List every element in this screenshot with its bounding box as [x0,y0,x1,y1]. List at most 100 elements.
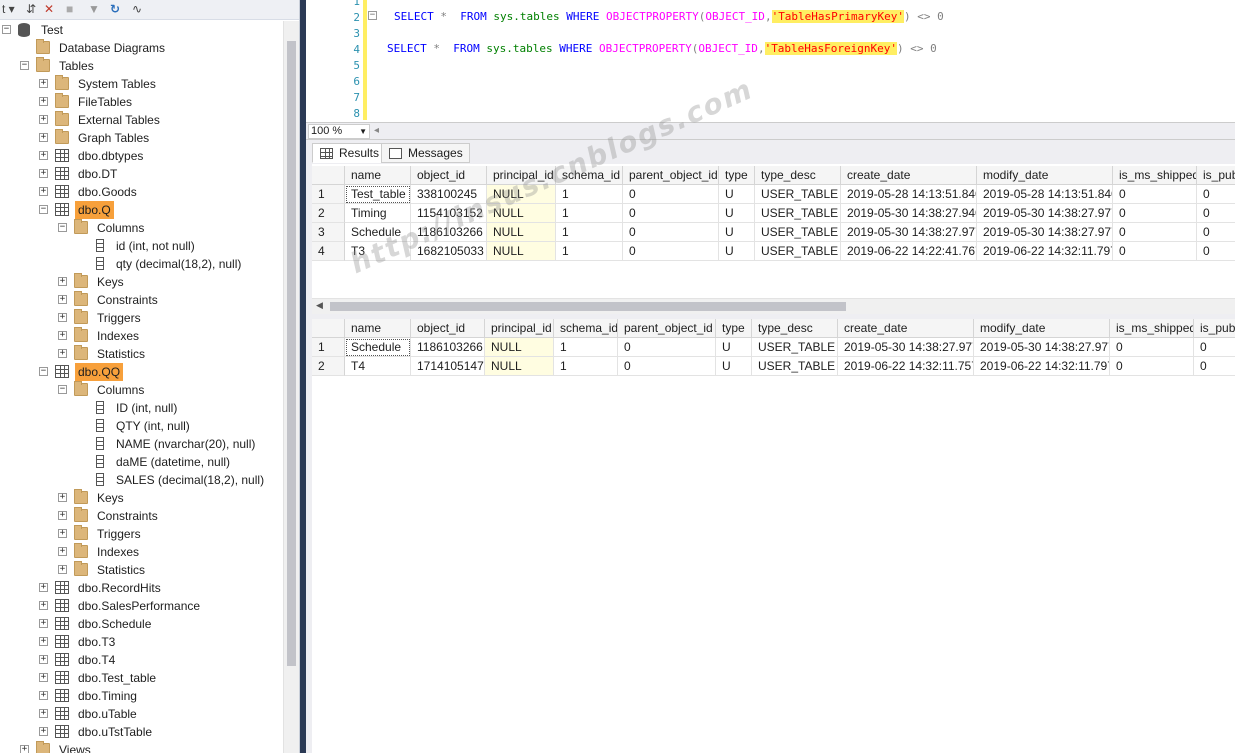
expand-icon[interactable]: + [58,277,67,286]
grid-cell[interactable]: 0 [1197,242,1235,261]
scroll-left-icon[interactable]: ◂ [374,125,379,136]
grid-cell[interactable]: Schedule [345,338,411,357]
expand-icon[interactable]: + [39,619,48,628]
row-number[interactable]: 4 [312,242,345,261]
column-header[interactable]: is_ms_shipped [1113,166,1197,185]
grid-cell[interactable]: 2019-06-22 14:32:11.757 [838,357,974,376]
column-header[interactable]: type [716,319,752,338]
grid-cell[interactable]: 0 [1197,223,1235,242]
grid-cell[interactable]: 0 [1194,338,1235,357]
grid-cell[interactable]: NULL [487,223,556,242]
expand-icon[interactable]: + [58,349,67,358]
grid-cell[interactable]: 0 [618,357,716,376]
grid-cell[interactable]: 0 [1197,185,1235,204]
grid-cell[interactable]: 2019-05-30 14:38:27.977 [838,338,974,357]
column-header[interactable]: create_date [838,319,974,338]
expand-icon[interactable]: + [39,133,48,142]
grid-cell[interactable]: 1 [556,204,623,223]
grid-cell[interactable]: U [719,185,755,204]
expand-icon[interactable]: + [39,691,48,700]
collapse-icon[interactable]: − [39,367,48,376]
column-header[interactable]: object_id [411,166,487,185]
column-header[interactable]: modify_date [974,319,1110,338]
grid-cell[interactable]: 1 [554,357,618,376]
results-grid-2[interactable]: name object_id principal_id schema_id parent… [312,319,1235,753]
expand-icon[interactable]: + [58,313,67,322]
column-header[interactable]: parent_object_id [618,319,716,338]
grid-cell[interactable]: 1154103152 [411,204,487,223]
column-header[interactable]: principal_id [485,319,554,338]
zoom-dropdown[interactable]: 100 % ▼ [308,124,370,139]
column-header[interactable]: parent_object_id [623,166,719,185]
expand-icon[interactable]: + [39,169,48,178]
scrollbar-thumb[interactable] [287,41,296,666]
grid-cell[interactable]: 0 [1113,242,1197,261]
expand-icon[interactable]: + [39,151,48,160]
column-header[interactable]: schema_id [554,319,618,338]
grid-cell[interactable]: T3 [345,242,411,261]
collapse-icon[interactable]: − [58,385,67,394]
grid-cell[interactable]: 1186103266 [411,223,487,242]
grid-cell[interactable]: NULL [487,185,556,204]
expand-icon[interactable]: + [20,745,29,753]
collapse-icon[interactable]: − [39,205,48,214]
refresh-icon[interactable]: ↻ [110,1,120,17]
expand-icon[interactable]: + [58,547,67,556]
expand-icon[interactable]: + [58,331,67,340]
grid-cell[interactable]: T4 [345,357,411,376]
grid-cell[interactable]: 1186103266 [411,338,485,357]
grid-cell[interactable]: USER_TABLE [755,242,841,261]
object-explorer-scrollbar[interactable] [283,21,299,753]
grid-cell[interactable]: 2019-05-30 14:38:27.940 [841,204,977,223]
disconnect-icon[interactable]: ✕ [44,1,54,17]
grid-cell[interactable]: 0 [1113,204,1197,223]
grid-cell[interactable]: 2019-05-28 14:13:51.840 [977,185,1113,204]
column-header[interactable]: modify_date [977,166,1113,185]
grid-cell[interactable]: USER_TABLE [752,357,838,376]
expand-icon[interactable]: + [58,529,67,538]
tab-results[interactable]: Results [312,143,387,163]
grid-cell[interactable]: NULL [487,204,556,223]
grid-corner[interactable] [312,319,345,338]
scrollbar-thumb[interactable] [330,302,846,311]
row-number[interactable]: 1 [312,338,345,357]
grid-cell[interactable]: U [716,357,752,376]
expand-icon[interactable]: + [58,565,67,574]
grid-cell[interactable]: U [716,338,752,357]
code-line-2[interactable]: SELECT * FROM sys.tables WHERE OBJECTPRO… [394,9,944,25]
stop-icon[interactable]: ■ [66,1,73,17]
grid-cell[interactable]: 2019-06-22 14:32:11.797 [974,357,1110,376]
expand-icon[interactable]: + [58,511,67,520]
expand-icon[interactable]: + [39,79,48,88]
grid-cell[interactable]: USER_TABLE [755,204,841,223]
expand-icon[interactable]: + [39,655,48,664]
grid-cell[interactable]: 0 [623,223,719,242]
expand-icon[interactable]: + [39,601,48,610]
grid-cell[interactable]: Timing [345,204,411,223]
grid-cell[interactable]: U [719,223,755,242]
grid-cell[interactable]: 2019-05-30 14:38:27.977 [841,223,977,242]
expand-icon[interactable]: + [39,637,48,646]
connect-dropdown[interactable]: t ▾ [2,1,15,17]
filter-icon[interactable]: ▼ [88,1,100,17]
expand-icon[interactable]: + [39,673,48,682]
row-number[interactable]: 1 [312,185,345,204]
column-header[interactable]: is_publis [1194,319,1235,338]
grid-cell[interactable]: 0 [623,204,719,223]
grid-cell[interactable]: 1 [556,242,623,261]
grid-cell[interactable]: 2019-05-30 14:38:27.977 [974,338,1110,357]
grid-cell[interactable]: 0 [1113,185,1197,204]
grid-cell[interactable]: 0 [1113,223,1197,242]
grid-cell[interactable]: 2019-05-30 14:38:27.977 [977,223,1113,242]
grid-cell[interactable]: 2019-05-28 14:13:51.840 [841,185,977,204]
grid-cell[interactable]: Test_table [345,185,411,204]
column-header[interactable]: type [719,166,755,185]
grid-cell[interactable]: NULL [485,357,554,376]
column-header[interactable]: create_date [841,166,977,185]
grid-cell[interactable]: 2019-05-30 14:38:27.977 [977,204,1113,223]
column-header[interactable]: type_desc [752,319,838,338]
expand-icon[interactable]: + [39,727,48,736]
grid-cell[interactable]: 0 [623,185,719,204]
grid-cell[interactable]: 0 [618,338,716,357]
expand-icon[interactable]: + [39,187,48,196]
